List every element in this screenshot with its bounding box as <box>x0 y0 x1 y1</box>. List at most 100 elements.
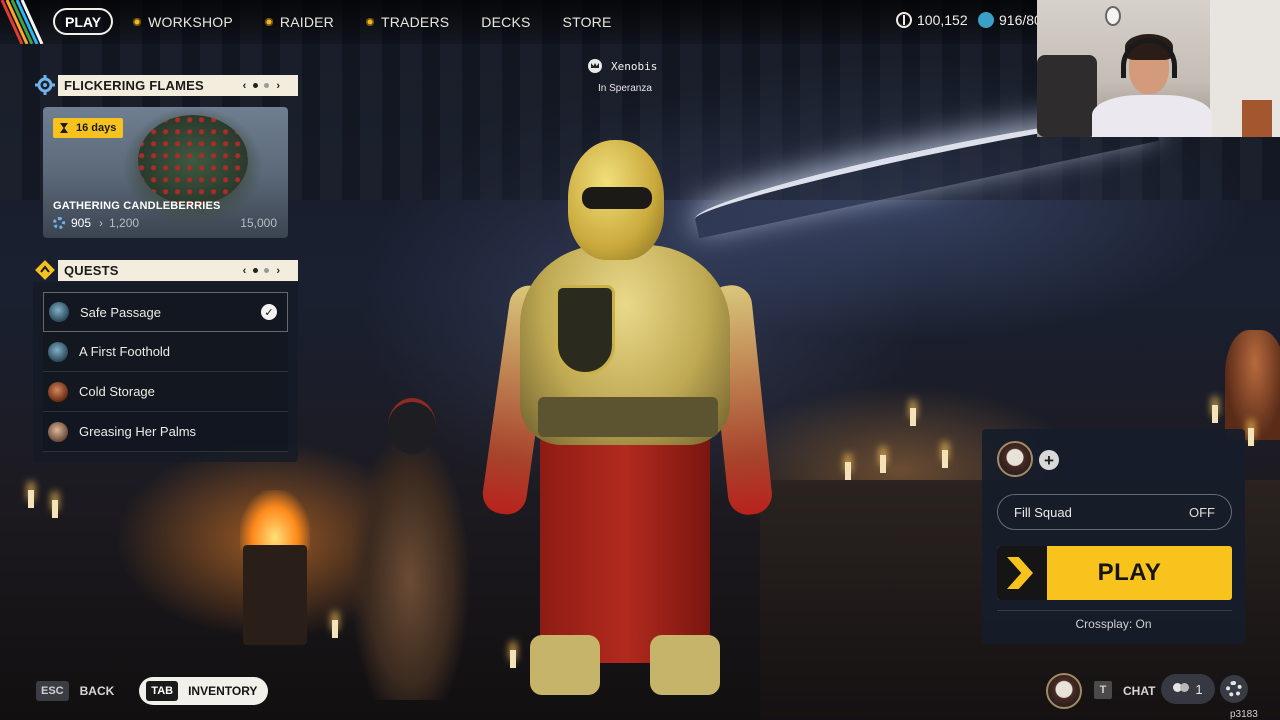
quests-panel-header: QUESTS ‹ › <box>58 260 298 281</box>
quest-giver-avatar <box>48 381 68 402</box>
quest-item[interactable]: Greasing Her Palms <box>43 412 288 452</box>
crossplay-status: Crossplay: On <box>1075 617 1152 631</box>
quest-giver-avatar <box>48 341 68 362</box>
pager-dot[interactable] <box>264 268 270 273</box>
raider-dot-icon <box>264 17 273 26</box>
credits-icon <box>978 12 994 28</box>
settings-button[interactable] <box>1220 675 1248 703</box>
nav-traders[interactable]: TRADERS <box>366 14 449 30</box>
candle <box>332 620 338 638</box>
hourglass-icon <box>60 123 68 133</box>
nav-store[interactable]: STORE <box>563 14 612 30</box>
nav-raider-label: RAIDER <box>279 13 334 30</box>
traders-dot-icon <box>366 17 374 26</box>
webcam-person-body <box>1092 95 1212 137</box>
event-card[interactable]: 16 days GATHERING CANDLEBERRIES 905 › 1,… <box>43 107 288 238</box>
nav-workshop[interactable]: WORKSHOP <box>133 14 233 30</box>
workshop-dot-icon <box>133 17 142 26</box>
progress-next: 1,200 <box>109 216 140 230</box>
candle <box>1248 428 1254 446</box>
event-pager: ‹ › <box>239 80 284 92</box>
divider <box>997 610 1232 611</box>
play-button[interactable]: PLAY <box>997 546 1232 600</box>
credits-value: 916/80 <box>999 12 1042 28</box>
progress-max: 15,000 <box>240 216 277 230</box>
player-name: Xenobis <box>611 59 658 73</box>
add-squad-member-button[interactable]: + <box>1039 450 1059 470</box>
nav-traders-label: TRADERS <box>381 13 450 30</box>
fill-squad-state: OFF <box>1189 504 1215 520</box>
crown-icon <box>588 59 602 73</box>
fill-squad-label: Fill Squad <box>1014 504 1072 520</box>
candle <box>28 490 34 508</box>
character-belt <box>538 397 718 437</box>
quests-next-button[interactable]: › <box>276 265 280 277</box>
gear-icon <box>1226 681 1242 697</box>
quests-prev-button[interactable]: ‹ <box>243 265 247 277</box>
quest-item[interactable]: Safe Passage ✓ <box>43 292 288 332</box>
brand-stripes-logo <box>0 0 44 44</box>
character-left-boot <box>530 635 600 695</box>
chat-button[interactable]: CHAT <box>1123 684 1155 698</box>
back-button[interactable]: BACK <box>80 684 115 698</box>
squad-member-avatar[interactable] <box>997 441 1033 477</box>
event-progress: 905 › 1,200 15,000 <box>53 216 277 230</box>
candle <box>910 408 916 426</box>
credits-counter: 916/80 <box>978 12 1042 28</box>
webcam-overlay <box>1037 0 1280 137</box>
days-remaining-badge: 16 days <box>53 118 124 138</box>
nav-raider[interactable]: RAIDER <box>264 13 334 30</box>
play-chevron-icon <box>997 546 1047 600</box>
chat-key-hint: T <box>1094 681 1112 699</box>
quest-item[interactable]: Cold Storage <box>43 372 288 412</box>
quests-diamond-icon <box>35 260 55 280</box>
webcam-shelf <box>1242 100 1272 137</box>
pager-dot[interactable] <box>253 268 259 273</box>
candleberry-bush-image <box>138 115 248 205</box>
fire-barrel <box>243 545 307 645</box>
candle <box>52 500 58 518</box>
player-location: In Speranza <box>598 83 652 94</box>
player-avatar[interactable] <box>1046 673 1082 709</box>
quests-title: QUESTS <box>64 263 119 278</box>
character-legs <box>540 433 710 663</box>
pager-dot[interactable] <box>264 83 270 88</box>
tab-key-hint: TAB <box>146 681 179 701</box>
candle <box>1212 405 1218 423</box>
nav-play-button[interactable]: PLAY <box>53 8 114 35</box>
progress-gear-icon <box>53 217 65 229</box>
friends-button[interactable]: 1 <box>1161 674 1215 704</box>
bottom-hints: ESC BACK TAB INVENTORY <box>36 677 269 705</box>
quest-label: Cold Storage <box>79 384 155 399</box>
squad-panel: + Fill Squad OFF PLAY Crossplay: On <box>982 429 1245 644</box>
coin-icon <box>896 12 912 28</box>
character-right-boot <box>650 635 720 695</box>
fill-squad-toggle[interactable]: Fill Squad OFF <box>997 494 1232 530</box>
play-button-label: PLAY <box>1097 559 1162 586</box>
inventory-button[interactable]: TAB INVENTORY <box>139 677 269 705</box>
social-bar: T CHAT 1 p3183 <box>1046 667 1280 720</box>
event-prev-button[interactable]: ‹ <box>243 80 247 92</box>
character-visor <box>582 187 652 209</box>
progress-chevron-icon: › <box>99 216 104 230</box>
barrel-fire <box>240 490 310 550</box>
event-next-button[interactable]: › <box>276 80 280 92</box>
quests-pager: ‹ › <box>239 265 284 277</box>
coins-counter: 100,152 <box>896 12 968 28</box>
quest-label: Safe Passage <box>80 304 161 320</box>
top-navigation-bar: PLAY WORKSHOP RAIDER TRADERS DECKS STORE… <box>0 0 1042 44</box>
quest-giver-avatar <box>49 302 69 322</box>
nav-workshop-label: WORKSHOP <box>148 13 233 30</box>
candle <box>845 462 851 480</box>
days-remaining: 16 days <box>76 122 117 134</box>
pager-dot[interactable] <box>253 83 259 88</box>
raider-character <box>480 135 774 695</box>
main-nav: PLAY WORKSHOP RAIDER TRADERS DECKS STORE <box>53 8 644 35</box>
friends-count: 1 <box>1195 681 1203 697</box>
inventory-label: INVENTORY <box>188 684 258 698</box>
nav-decks-label: DECKS <box>481 13 531 30</box>
nav-decks[interactable]: DECKS <box>481 14 530 30</box>
webcam-chair <box>1037 55 1097 137</box>
esc-key-hint: ESC <box>36 681 69 701</box>
quest-item[interactable]: A First Foothold <box>43 332 288 372</box>
